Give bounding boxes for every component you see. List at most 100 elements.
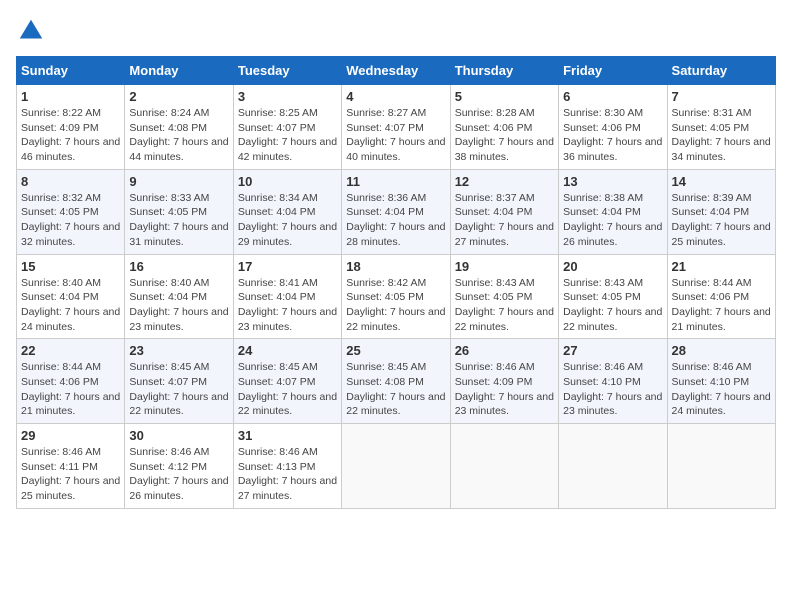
day-header: Monday [125,57,233,85]
day-number: 16 [129,259,228,274]
calendar-day-cell: 15 Sunrise: 8:40 AM Sunset: 4:04 PM Dayl… [17,254,125,339]
calendar-day-cell: 2 Sunrise: 8:24 AM Sunset: 4:08 PM Dayli… [125,85,233,170]
page-header [16,16,776,46]
day-info: Sunrise: 8:41 AM Sunset: 4:04 PM Dayligh… [238,276,337,335]
day-number: 15 [21,259,120,274]
day-info: Sunrise: 8:42 AM Sunset: 4:05 PM Dayligh… [346,276,445,335]
day-number: 2 [129,89,228,104]
day-number: 19 [455,259,554,274]
day-number: 22 [21,343,120,358]
calendar-day-cell: 30 Sunrise: 8:46 AM Sunset: 4:12 PM Dayl… [125,424,233,509]
calendar-day-cell [342,424,450,509]
calendar-week-row: 15 Sunrise: 8:40 AM Sunset: 4:04 PM Dayl… [17,254,776,339]
day-info: Sunrise: 8:43 AM Sunset: 4:05 PM Dayligh… [563,276,662,335]
day-info: Sunrise: 8:45 AM Sunset: 4:07 PM Dayligh… [129,360,228,419]
day-header: Thursday [450,57,558,85]
day-info: Sunrise: 8:28 AM Sunset: 4:06 PM Dayligh… [455,106,554,165]
calendar-day-cell: 4 Sunrise: 8:27 AM Sunset: 4:07 PM Dayli… [342,85,450,170]
calendar-day-cell: 12 Sunrise: 8:37 AM Sunset: 4:04 PM Dayl… [450,169,558,254]
day-info: Sunrise: 8:27 AM Sunset: 4:07 PM Dayligh… [346,106,445,165]
calendar-day-cell [667,424,775,509]
calendar-day-cell: 11 Sunrise: 8:36 AM Sunset: 4:04 PM Dayl… [342,169,450,254]
calendar-day-cell: 19 Sunrise: 8:43 AM Sunset: 4:05 PM Dayl… [450,254,558,339]
calendar-day-cell: 3 Sunrise: 8:25 AM Sunset: 4:07 PM Dayli… [233,85,341,170]
day-header: Saturday [667,57,775,85]
calendar-day-cell: 29 Sunrise: 8:46 AM Sunset: 4:11 PM Dayl… [17,424,125,509]
day-number: 25 [346,343,445,358]
day-info: Sunrise: 8:40 AM Sunset: 4:04 PM Dayligh… [129,276,228,335]
day-info: Sunrise: 8:22 AM Sunset: 4:09 PM Dayligh… [21,106,120,165]
day-number: 6 [563,89,662,104]
day-number: 30 [129,428,228,443]
calendar-week-row: 22 Sunrise: 8:44 AM Sunset: 4:06 PM Dayl… [17,339,776,424]
calendar-day-cell: 6 Sunrise: 8:30 AM Sunset: 4:06 PM Dayli… [559,85,667,170]
logo-icon [16,16,46,46]
day-number: 31 [238,428,337,443]
day-header: Tuesday [233,57,341,85]
day-number: 5 [455,89,554,104]
calendar-table: SundayMondayTuesdayWednesdayThursdayFrid… [16,56,776,509]
calendar-day-cell: 1 Sunrise: 8:22 AM Sunset: 4:09 PM Dayli… [17,85,125,170]
calendar-week-row: 8 Sunrise: 8:32 AM Sunset: 4:05 PM Dayli… [17,169,776,254]
calendar-week-row: 29 Sunrise: 8:46 AM Sunset: 4:11 PM Dayl… [17,424,776,509]
calendar-day-cell: 7 Sunrise: 8:31 AM Sunset: 4:05 PM Dayli… [667,85,775,170]
logo [16,16,50,46]
calendar-day-cell: 21 Sunrise: 8:44 AM Sunset: 4:06 PM Dayl… [667,254,775,339]
day-number: 13 [563,174,662,189]
day-number: 7 [672,89,771,104]
calendar-day-cell: 28 Sunrise: 8:46 AM Sunset: 4:10 PM Dayl… [667,339,775,424]
day-info: Sunrise: 8:46 AM Sunset: 4:13 PM Dayligh… [238,445,337,504]
day-info: Sunrise: 8:33 AM Sunset: 4:05 PM Dayligh… [129,191,228,250]
day-header: Friday [559,57,667,85]
calendar-day-cell: 17 Sunrise: 8:41 AM Sunset: 4:04 PM Dayl… [233,254,341,339]
day-number: 20 [563,259,662,274]
day-number: 17 [238,259,337,274]
calendar-day-cell [559,424,667,509]
calendar-day-cell: 14 Sunrise: 8:39 AM Sunset: 4:04 PM Dayl… [667,169,775,254]
calendar-day-cell: 8 Sunrise: 8:32 AM Sunset: 4:05 PM Dayli… [17,169,125,254]
day-info: Sunrise: 8:32 AM Sunset: 4:05 PM Dayligh… [21,191,120,250]
day-number: 26 [455,343,554,358]
day-number: 23 [129,343,228,358]
day-info: Sunrise: 8:46 AM Sunset: 4:10 PM Dayligh… [563,360,662,419]
day-info: Sunrise: 8:45 AM Sunset: 4:07 PM Dayligh… [238,360,337,419]
day-number: 10 [238,174,337,189]
day-info: Sunrise: 8:46 AM Sunset: 4:10 PM Dayligh… [672,360,771,419]
day-number: 12 [455,174,554,189]
day-number: 21 [672,259,771,274]
day-number: 1 [21,89,120,104]
day-info: Sunrise: 8:44 AM Sunset: 4:06 PM Dayligh… [21,360,120,419]
calendar-day-cell: 16 Sunrise: 8:40 AM Sunset: 4:04 PM Dayl… [125,254,233,339]
day-number: 28 [672,343,771,358]
calendar-day-cell: 22 Sunrise: 8:44 AM Sunset: 4:06 PM Dayl… [17,339,125,424]
day-number: 24 [238,343,337,358]
day-number: 27 [563,343,662,358]
day-number: 3 [238,89,337,104]
day-number: 14 [672,174,771,189]
day-number: 18 [346,259,445,274]
day-info: Sunrise: 8:24 AM Sunset: 4:08 PM Dayligh… [129,106,228,165]
calendar-day-cell: 18 Sunrise: 8:42 AM Sunset: 4:05 PM Dayl… [342,254,450,339]
calendar-day-cell: 31 Sunrise: 8:46 AM Sunset: 4:13 PM Dayl… [233,424,341,509]
day-info: Sunrise: 8:46 AM Sunset: 4:12 PM Dayligh… [129,445,228,504]
day-info: Sunrise: 8:40 AM Sunset: 4:04 PM Dayligh… [21,276,120,335]
calendar-week-row: 1 Sunrise: 8:22 AM Sunset: 4:09 PM Dayli… [17,85,776,170]
day-info: Sunrise: 8:37 AM Sunset: 4:04 PM Dayligh… [455,191,554,250]
calendar-day-cell: 26 Sunrise: 8:46 AM Sunset: 4:09 PM Dayl… [450,339,558,424]
day-info: Sunrise: 8:44 AM Sunset: 4:06 PM Dayligh… [672,276,771,335]
calendar-day-cell: 27 Sunrise: 8:46 AM Sunset: 4:10 PM Dayl… [559,339,667,424]
calendar-day-cell: 5 Sunrise: 8:28 AM Sunset: 4:06 PM Dayli… [450,85,558,170]
day-number: 9 [129,174,228,189]
day-header: Wednesday [342,57,450,85]
day-info: Sunrise: 8:36 AM Sunset: 4:04 PM Dayligh… [346,191,445,250]
day-info: Sunrise: 8:39 AM Sunset: 4:04 PM Dayligh… [672,191,771,250]
day-number: 29 [21,428,120,443]
day-info: Sunrise: 8:38 AM Sunset: 4:04 PM Dayligh… [563,191,662,250]
calendar-day-cell: 10 Sunrise: 8:34 AM Sunset: 4:04 PM Dayl… [233,169,341,254]
calendar-day-cell: 13 Sunrise: 8:38 AM Sunset: 4:04 PM Dayl… [559,169,667,254]
calendar-day-cell: 23 Sunrise: 8:45 AM Sunset: 4:07 PM Dayl… [125,339,233,424]
day-info: Sunrise: 8:31 AM Sunset: 4:05 PM Dayligh… [672,106,771,165]
calendar-header-row: SundayMondayTuesdayWednesdayThursdayFrid… [17,57,776,85]
calendar-day-cell: 24 Sunrise: 8:45 AM Sunset: 4:07 PM Dayl… [233,339,341,424]
day-info: Sunrise: 8:46 AM Sunset: 4:09 PM Dayligh… [455,360,554,419]
